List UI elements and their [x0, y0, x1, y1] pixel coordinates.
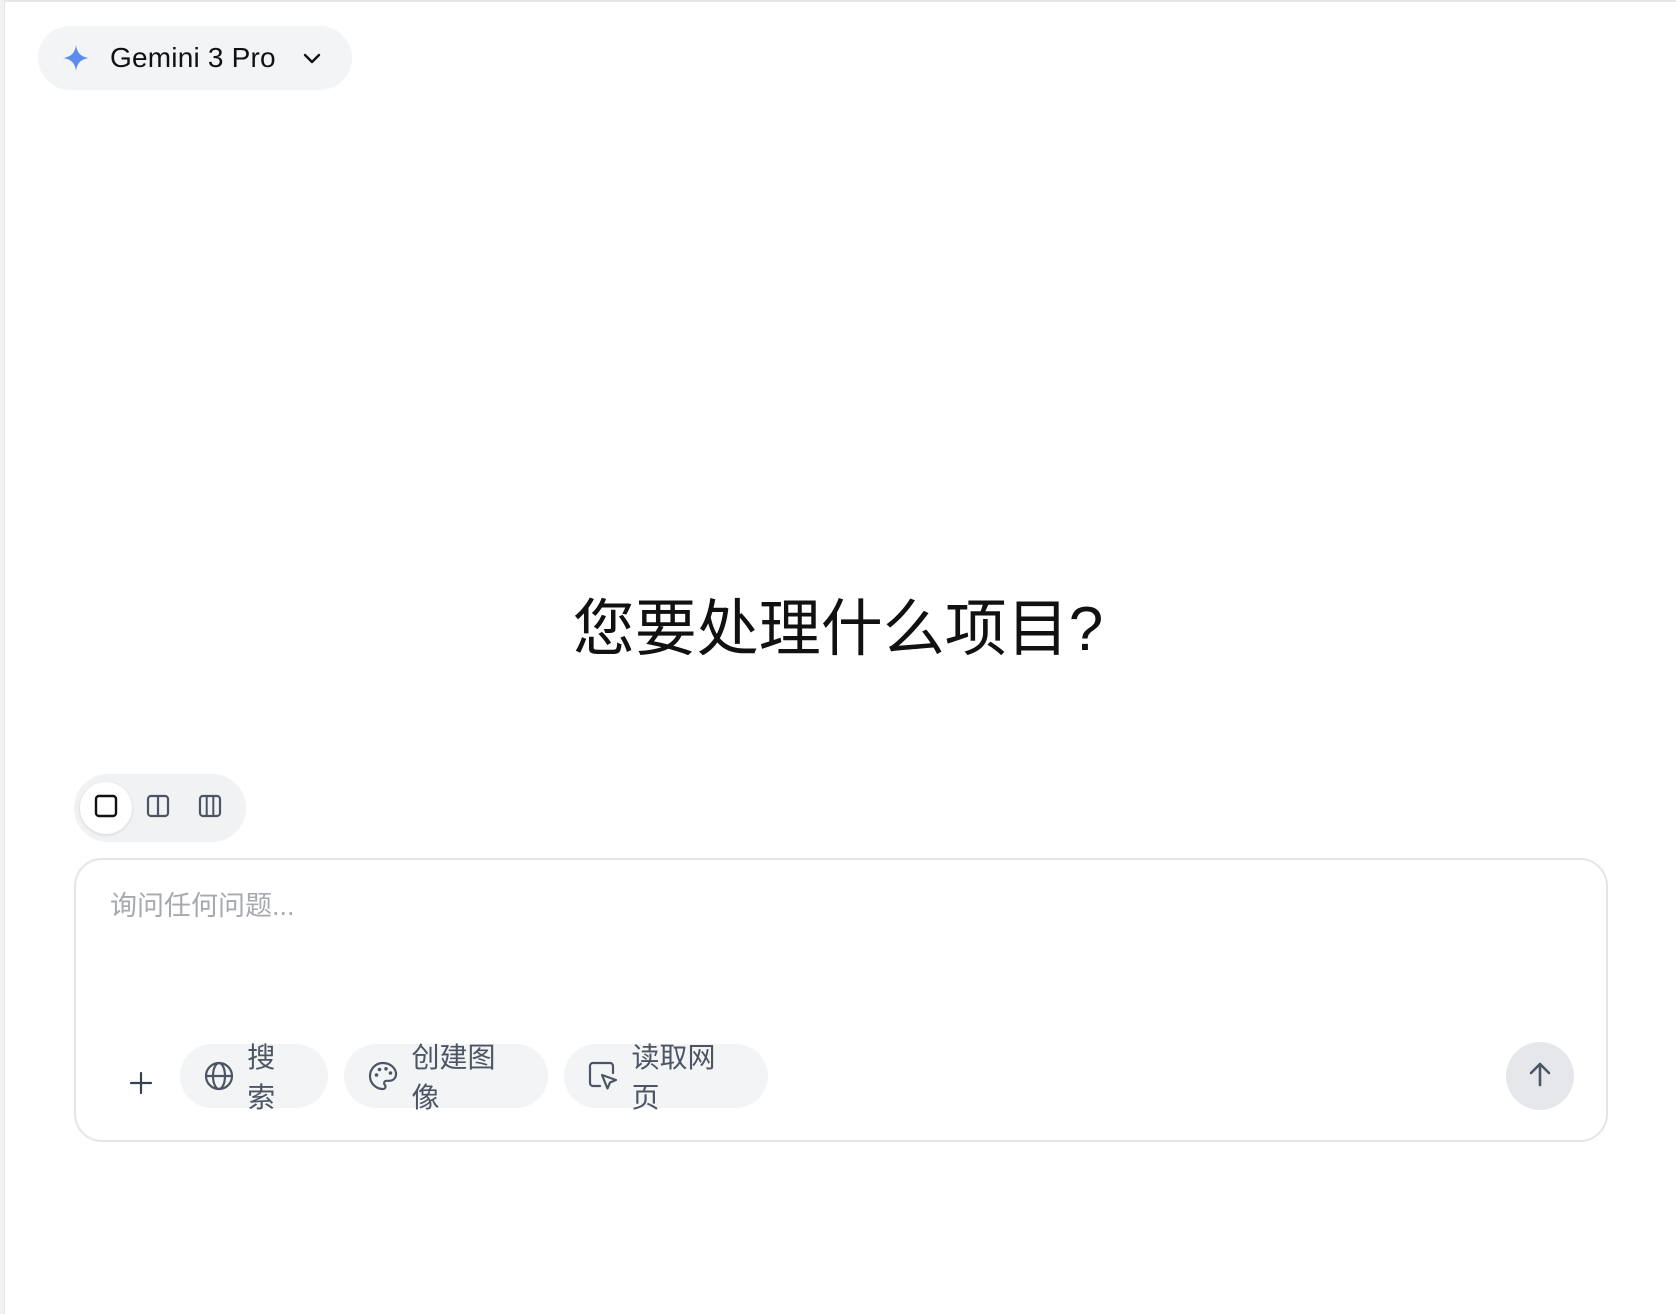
- three-pane-icon: [197, 793, 223, 824]
- chevron-down-icon: [300, 46, 324, 70]
- prompt-input[interactable]: [108, 890, 1512, 923]
- two-pane-icon: [145, 793, 171, 824]
- add-attachment-button[interactable]: [116, 1060, 166, 1110]
- prompt-composer: 搜索 创建图像 读取网页: [74, 858, 1608, 1142]
- create-image-tool-button[interactable]: 创建图像: [344, 1042, 548, 1113]
- model-name: Gemini 3 Pro: [110, 42, 276, 73]
- window-top-border: [0, 0, 1676, 2]
- read-webpage-tool-button[interactable]: 读取网页: [564, 1042, 768, 1113]
- globe-icon: [202, 1059, 235, 1093]
- layout-single-button[interactable]: [80, 782, 132, 834]
- arrow-up-icon: [1525, 1059, 1555, 1094]
- model-selector-button[interactable]: Gemini 3 Pro: [38, 26, 352, 90]
- page-title: 您要处理什么项目?: [572, 595, 1104, 664]
- plus-icon: [128, 1070, 154, 1101]
- layout-two-column-button[interactable]: [132, 782, 184, 834]
- single-pane-icon: [93, 793, 119, 824]
- read-webpage-tool-label: 读取网页: [631, 1042, 716, 1113]
- send-button[interactable]: [1506, 1042, 1574, 1110]
- palette-icon: [366, 1059, 400, 1093]
- layout-switcher: [74, 774, 246, 842]
- search-tool-button[interactable]: 搜索: [180, 1042, 328, 1113]
- layout-three-column-button[interactable]: [184, 782, 236, 834]
- search-tool-label: 搜索: [247, 1042, 276, 1113]
- create-image-tool-label: 创建图像: [411, 1042, 496, 1113]
- sparkle-icon: [62, 44, 90, 72]
- cursor-click-icon: [586, 1059, 620, 1093]
